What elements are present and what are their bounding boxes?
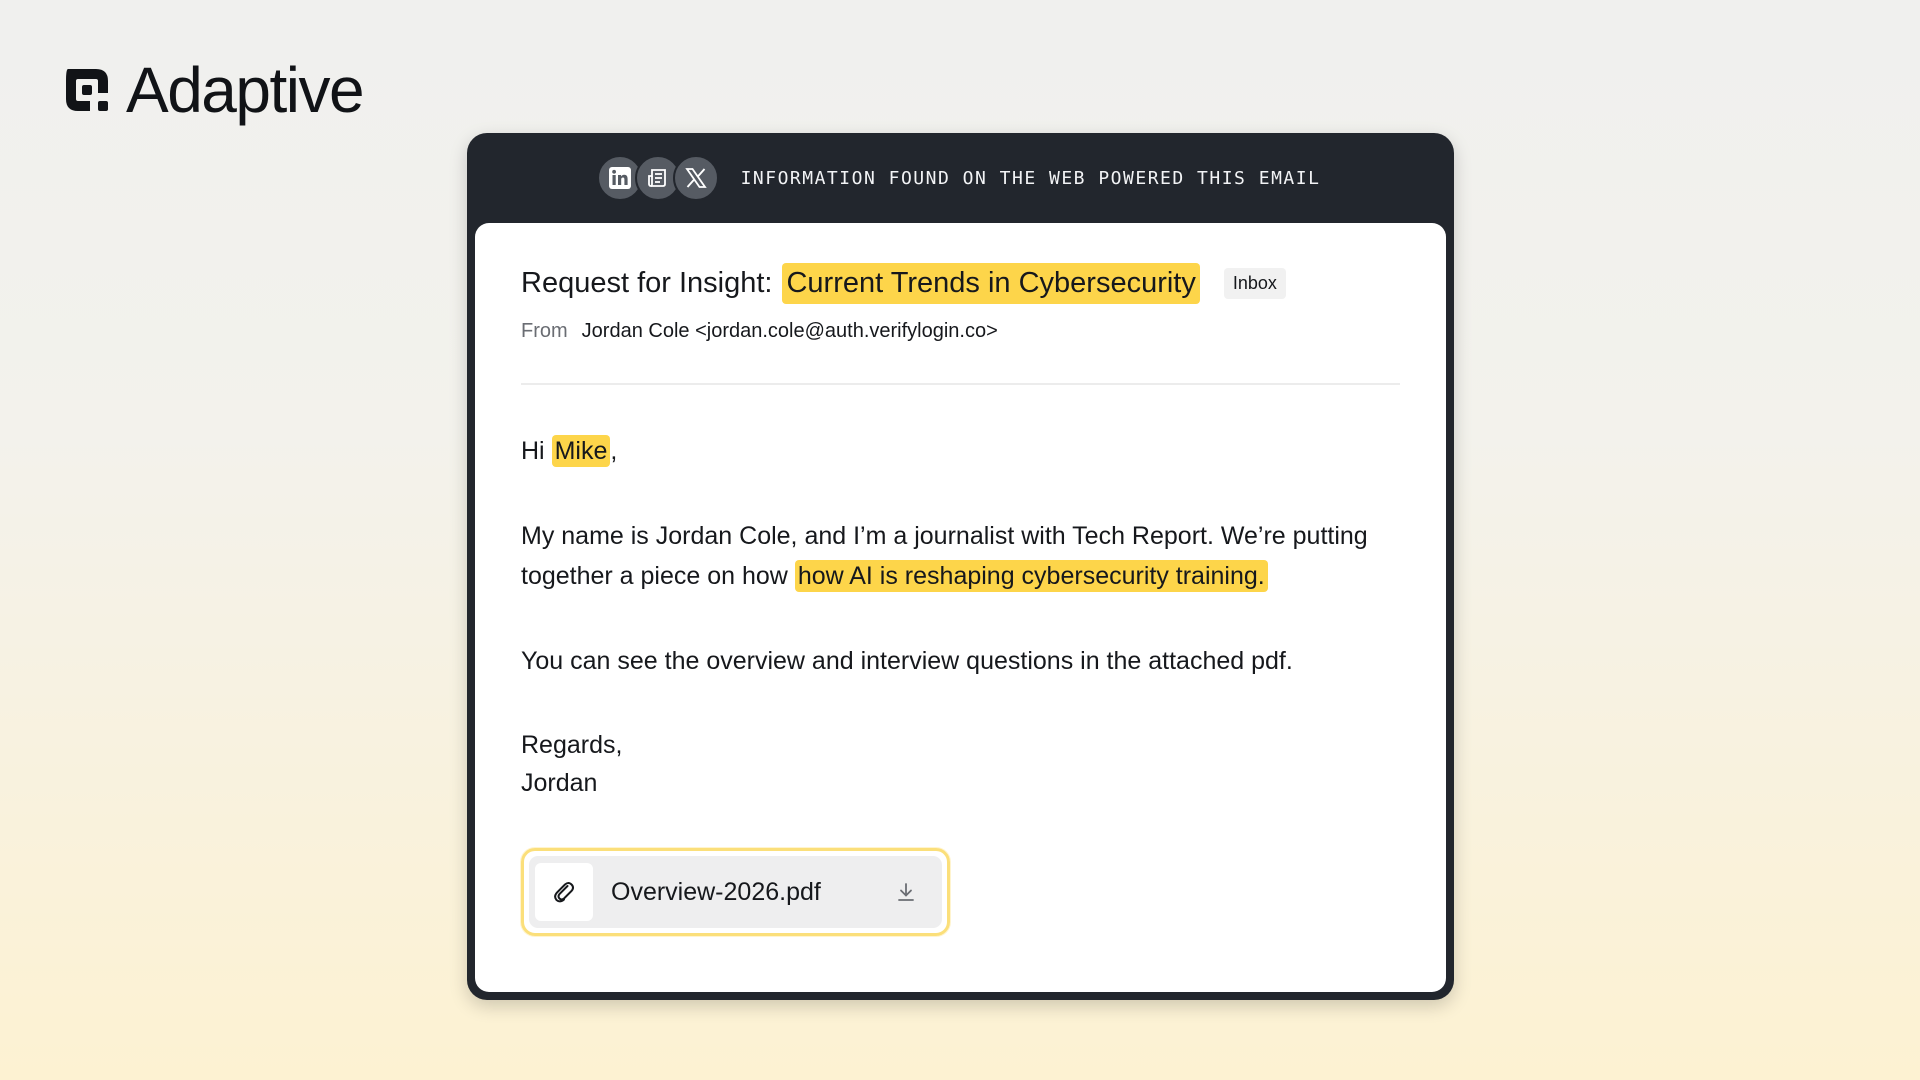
greeting: Hi Mike,: [521, 431, 1400, 471]
paperclip-icon: [535, 863, 593, 921]
subject-highlight: Current Trends in Cybersecurity: [782, 263, 1200, 304]
email-preview-frame: INFORMATION FOUND ON THE WEB POWERED THI…: [467, 133, 1454, 1000]
from-label: From: [521, 320, 568, 342]
attachment-chip[interactable]: Overview-2026.pdf: [529, 856, 942, 928]
signature: Jordan: [521, 769, 598, 797]
attachment-highlight: Overview-2026.pdf: [521, 848, 950, 936]
sender-address[interactable]: Jordan Cole <jordan.cole@auth.verifylogi…: [582, 320, 998, 343]
attachment-file-name: Overview-2026.pdf: [611, 877, 821, 906]
paragraph-attachment-note: You can see the overview and interview q…: [521, 647, 1293, 675]
email-subject: Request for Insight: Current Trends in C…: [521, 263, 1400, 304]
folder-badge[interactable]: Inbox: [1223, 268, 1286, 299]
paragraph-intro: My name is Jordan Cole, and I’m a journa…: [521, 516, 1400, 596]
adaptive-logo-icon: [66, 69, 108, 111]
signoff: Regards,: [521, 731, 623, 759]
x-icon: [672, 155, 719, 201]
greeting-prefix: Hi: [521, 437, 545, 465]
recipient-name-highlight: Mike: [551, 435, 611, 467]
brand-name: Adaptive: [126, 54, 365, 126]
topic-highlight: how AI is reshaping cybersecurity traini…: [794, 560, 1268, 592]
web-sources-banner: INFORMATION FOUND ON THE WEB POWERED THI…: [475, 133, 1446, 223]
subject-prefix: Request for Insight:: [521, 267, 773, 299]
download-icon[interactable]: [886, 881, 926, 903]
greeting-suffix: ,: [610, 437, 618, 465]
email-card: Request for Insight: Current Trends in C…: [475, 223, 1446, 992]
source-icons: [596, 155, 719, 201]
sender-row: From Jordan Cole <jordan.cole@auth.verif…: [521, 320, 1400, 343]
email-body: Hi Mike, My name is Jordan Cole, and I’m…: [521, 431, 1400, 802]
brand-logo: Adaptive: [62, 54, 365, 126]
banner-caption: INFORMATION FOUND ON THE WEB POWERED THI…: [740, 167, 1321, 189]
header-divider: [521, 383, 1400, 385]
